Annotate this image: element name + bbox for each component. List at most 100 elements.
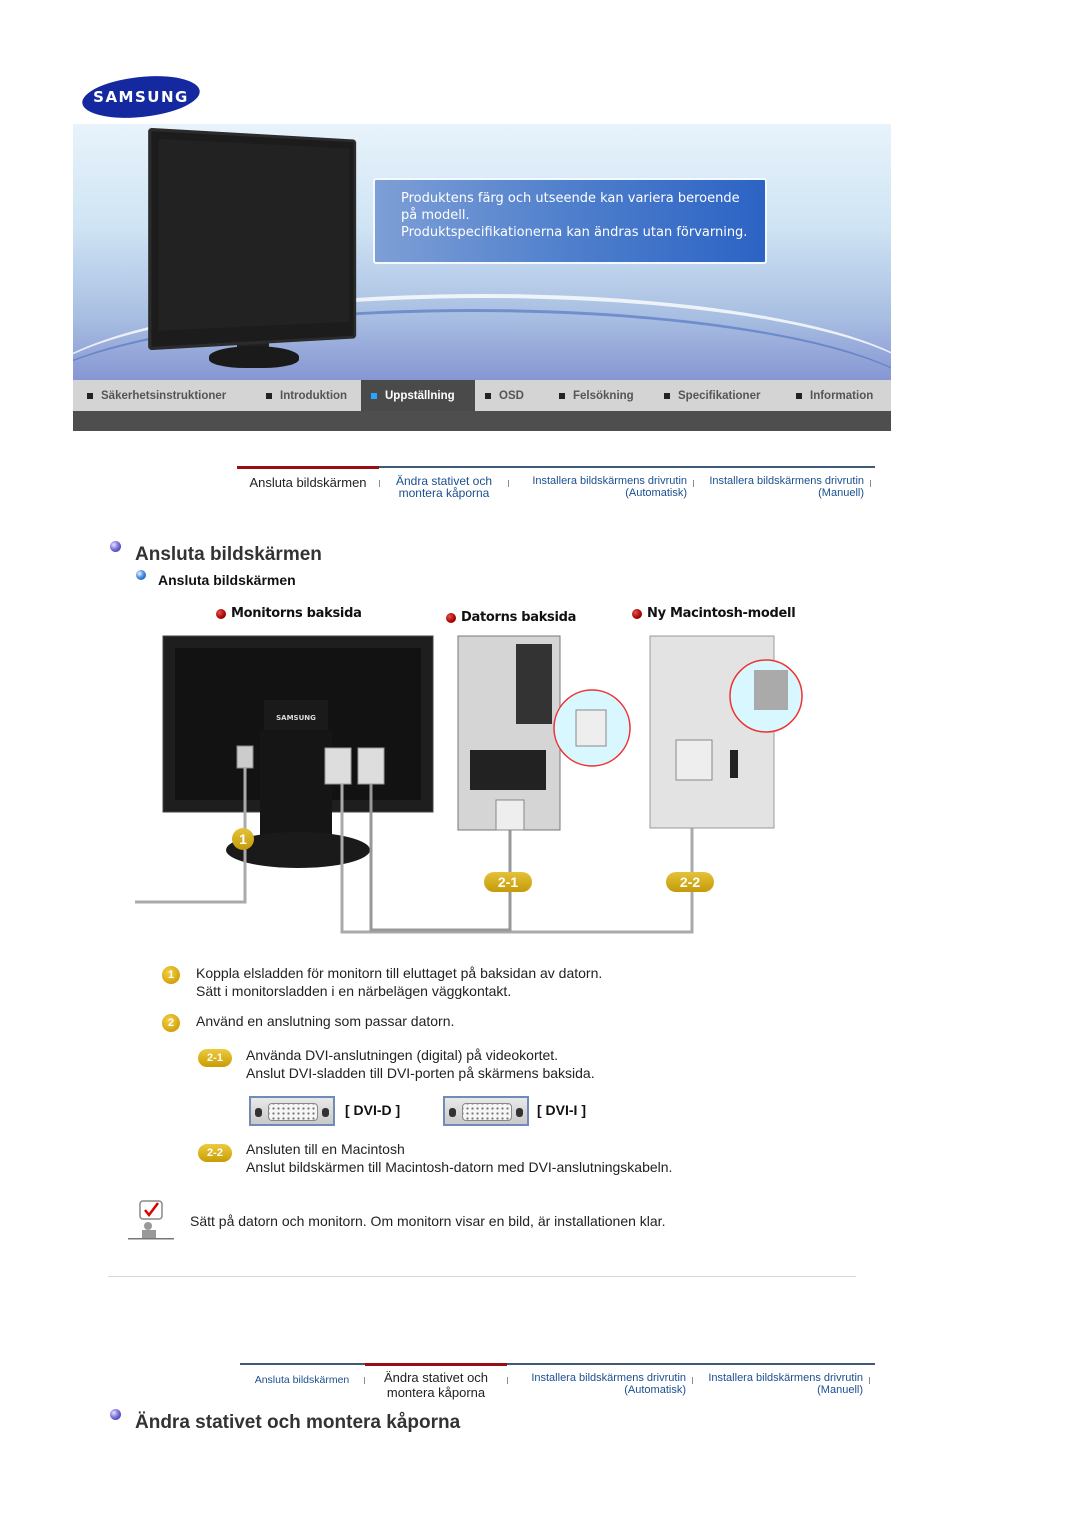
nav-item-specifikationer[interactable]: Specifikationer bbox=[654, 380, 786, 411]
section-subtitle-text: Ansluta bildskärmen bbox=[158, 572, 296, 588]
step-badge-2-1: 2-1 bbox=[198, 1049, 232, 1067]
subtab-andra-stativet[interactable]: Ändra stativet och montera kåporna bbox=[365, 1363, 507, 1405]
diagram-badge-2-2: 2-2 bbox=[666, 872, 714, 892]
dvi-connector-2 bbox=[357, 747, 385, 785]
nav-label: Specifikationer bbox=[678, 389, 761, 402]
monitor-stand bbox=[209, 346, 299, 368]
notice-line: Produktspecifikationerna kan ändras utan… bbox=[401, 225, 748, 240]
step-2-1-text: Använda DVI-anslutningen (digital) på vi… bbox=[246, 1046, 595, 1082]
dvi-connector-1 bbox=[324, 747, 352, 785]
subtab-ansluta[interactable]: Ansluta bildskärmen bbox=[240, 1365, 364, 1405]
step-line: Sätt i monitorsladden i en närbelägen vä… bbox=[196, 983, 512, 999]
diagram-illustration: SAMSUNG bbox=[135, 635, 803, 934]
subtab-andra-stativet[interactable]: Ändra stativet och montera kåporna bbox=[380, 468, 508, 508]
nav-item-felsokning[interactable]: Felsökning bbox=[549, 380, 654, 411]
product-notice: Produktens färg och utseende kan variera… bbox=[373, 178, 767, 264]
tab-label: montera kåporna bbox=[386, 1385, 486, 1400]
nav-item-sakerhetsinstruktioner[interactable]: Säkerhetsinstruktioner bbox=[73, 380, 256, 411]
nav-label: Information bbox=[810, 389, 874, 402]
monitor-illustration bbox=[148, 127, 367, 368]
nav-label: Felsökning bbox=[573, 389, 634, 402]
bullet-icon bbox=[796, 392, 802, 399]
checkmark-note-icon bbox=[128, 1200, 174, 1240]
tab-label: Ansluta bildskärmen bbox=[254, 1374, 350, 1386]
dvi-i-label: [ DVI-I ] bbox=[537, 1102, 586, 1118]
bullet-ball-icon bbox=[110, 1409, 121, 1420]
monitor-bezel bbox=[148, 127, 357, 351]
nav-item-introduktion[interactable]: Introduktion bbox=[256, 380, 361, 411]
tab-label: (Automatisk) bbox=[624, 1384, 686, 1396]
completion-note: Sätt på datorn och monitorn. Om monitorn… bbox=[190, 1213, 666, 1229]
tab-label: montera kåporna bbox=[398, 486, 490, 500]
bullet-ball-icon bbox=[110, 541, 121, 552]
tab-label: Ändra stativet och bbox=[383, 1370, 489, 1385]
section-divider bbox=[108, 1276, 856, 1277]
subtab-drivrutin-manuell[interactable]: Installera bildskärmens drivrutin (Manuel… bbox=[693, 1365, 869, 1405]
bullet-ball-icon bbox=[136, 570, 146, 580]
step-badge-2: 2 bbox=[162, 1014, 180, 1032]
step-line: Anslut bildskärmen till Macintosh-datorn… bbox=[246, 1159, 673, 1175]
bullet-icon bbox=[559, 392, 565, 399]
subtab-drivrutin-manuell[interactable]: Installera bildskärmens drivrutin (Manuel… bbox=[694, 468, 870, 508]
section-title-text: Ändra stativet och montera kåporna bbox=[135, 1412, 461, 1433]
tab-label: Installera bildskärmens drivrutin bbox=[709, 475, 864, 487]
logo-text: SAMSUNG bbox=[93, 88, 189, 106]
bullet-icon bbox=[485, 392, 491, 399]
mac-dvi-plug bbox=[675, 739, 713, 781]
notice-line: på modell. bbox=[401, 208, 470, 223]
monitor-screen bbox=[158, 138, 350, 331]
monitor-brand-text: SAMSUNG bbox=[276, 714, 316, 722]
section-title-2: Ändra stativet och montera kåporna bbox=[110, 1409, 461, 1434]
subtab-drivrutin-automatisk[interactable]: Installera bildskärmens drivrutin (Automa… bbox=[508, 1365, 692, 1405]
notice-line: Produktens färg och utseende kan variera… bbox=[401, 191, 740, 206]
port-pins bbox=[462, 1103, 512, 1121]
sub-tabs-bottom: Ansluta bildskärmen Ändra stativet och mo… bbox=[240, 1363, 875, 1405]
diagram-badge-1: 1 bbox=[232, 828, 254, 850]
section-title-text: Ansluta bildskärmen bbox=[135, 544, 322, 565]
samsung-logo: SAMSUNG bbox=[80, 70, 202, 124]
pc-card-slots bbox=[470, 750, 546, 790]
nav-label: Uppställning bbox=[385, 389, 455, 402]
tab-separator bbox=[870, 480, 871, 487]
tab-label: Ansluta bildskärmen bbox=[249, 475, 367, 490]
section-subtitle: Ansluta bildskärmen bbox=[136, 570, 296, 588]
monitor-neck-back bbox=[260, 730, 332, 840]
connection-diagram: Monitorns baksida Datorns baksida Ny Mac… bbox=[130, 600, 830, 940]
nav-item-osd[interactable]: OSD bbox=[475, 380, 549, 411]
bullet-icon bbox=[87, 392, 93, 399]
mac-port bbox=[730, 750, 738, 778]
step-badge-2-2: 2-2 bbox=[198, 1144, 232, 1162]
step-2-text: Använd en anslutning som passar datorn. bbox=[196, 1012, 454, 1030]
tab-label: (Automatisk) bbox=[625, 487, 687, 499]
screw-hole bbox=[322, 1108, 329, 1117]
nav-item-information[interactable]: Information bbox=[786, 380, 891, 411]
dvi-i-port-icon bbox=[443, 1096, 529, 1126]
nav-label: Säkerhetsinstruktioner bbox=[101, 389, 227, 402]
bullet-icon bbox=[371, 392, 377, 399]
nav-subbar bbox=[73, 411, 891, 431]
subtab-ansluta[interactable]: Ansluta bildskärmen bbox=[237, 466, 379, 508]
diagram-badge-2-1: 2-1 bbox=[484, 872, 532, 892]
screw-hole bbox=[255, 1108, 262, 1117]
dvi-d-port-icon bbox=[249, 1096, 335, 1126]
tab-separator bbox=[869, 1377, 870, 1384]
active-tab-indicator bbox=[365, 1363, 507, 1366]
dvi-d-label: [ DVI-D ] bbox=[345, 1102, 401, 1118]
active-tab-indicator bbox=[237, 466, 379, 469]
subtab-drivrutin-automatisk[interactable]: Installera bildskärmens drivrutin (Automa… bbox=[509, 468, 693, 508]
step-line: Använda DVI-anslutningen (digital) på vi… bbox=[246, 1047, 559, 1063]
sub-tabs-top: Ansluta bildskärmen Ändra stativet och mo… bbox=[237, 466, 875, 508]
tab-label: Installera bildskärmens drivrutin bbox=[532, 475, 687, 487]
tab-label: Installera bildskärmens drivrutin bbox=[531, 1372, 686, 1384]
screw-hole bbox=[449, 1108, 456, 1117]
step-badge-1: 1 bbox=[162, 966, 180, 984]
hero-banner: Produktens färg och utseende kan variera… bbox=[73, 124, 891, 380]
bullet-icon bbox=[266, 392, 272, 399]
screw-hole bbox=[516, 1108, 523, 1117]
power-connector bbox=[236, 745, 254, 769]
pc-zoom-plug bbox=[575, 709, 607, 747]
section-title: Ansluta bildskärmen bbox=[110, 541, 322, 566]
step-1-text: Koppla elsladden för monitorn till elutt… bbox=[196, 964, 602, 1000]
nav-label: OSD bbox=[499, 389, 524, 402]
nav-item-uppstallning[interactable]: Uppställning bbox=[361, 380, 475, 411]
